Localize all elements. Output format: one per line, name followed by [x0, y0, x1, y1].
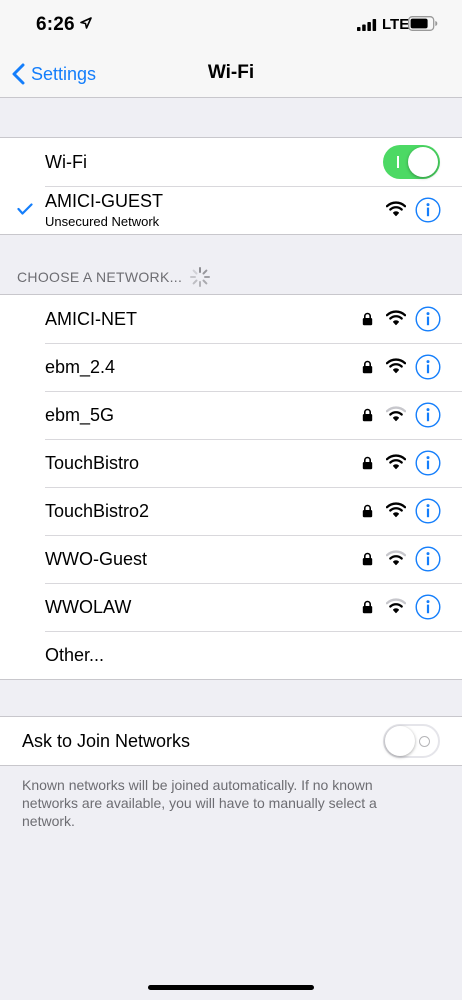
ask-to-join-group: Ask to Join Networks: [0, 716, 462, 766]
network-row[interactable]: ebm_2.4: [0, 343, 462, 391]
info-icon[interactable]: [415, 306, 441, 332]
wifi-icon: [386, 406, 406, 422]
wifi-icon: [386, 454, 406, 470]
network-name: ebm_2.4: [45, 356, 116, 377]
wifi-toggle-row: Wi-Fi: [0, 138, 462, 186]
lock-icon: [362, 360, 373, 374]
ask-to-join-toggle[interactable]: [383, 724, 440, 758]
wifi-icon: [386, 358, 406, 374]
lock-icon: [362, 504, 373, 518]
toggle-knob: [408, 147, 438, 177]
lock-icon: [362, 552, 373, 566]
lock-icon: [362, 312, 373, 326]
page-title: Wi-Fi: [207, 62, 255, 83]
other-network-label: Other...: [45, 644, 105, 665]
network-row[interactable]: WWO-Guest: [0, 535, 462, 583]
cellular-signal-icon: [357, 19, 377, 31]
section-header: CHOOSE A NETWORK...: [17, 269, 183, 285]
ask-to-join-label: Ask to Join Networks: [22, 730, 191, 751]
status-bar: 6:26 LTE: [0, 0, 462, 48]
info-icon[interactable]: [415, 450, 441, 476]
network-row[interactable]: AMICI-NET: [0, 295, 462, 343]
toggle-knob: [385, 726, 415, 756]
wifi-label: Wi-Fi: [45, 151, 87, 172]
wifi-group: Wi-Fi AMICI-GUEST Unsecured Network: [0, 137, 462, 235]
info-icon[interactable]: [415, 354, 441, 380]
other-network-row[interactable]: Other...: [0, 631, 462, 679]
info-icon[interactable]: [415, 197, 441, 223]
battery-icon: [408, 16, 438, 31]
network-name: TouchBistro2: [45, 500, 150, 521]
network-name: WWOLAW: [45, 596, 132, 617]
loading-spinner-icon: [190, 267, 210, 287]
connected-network-name: AMICI-GUEST: [45, 191, 164, 211]
network-name: WWO-Guest: [45, 548, 147, 569]
wifi-icon: [386, 502, 406, 518]
wifi-icon: [386, 201, 406, 217]
navigation-bar: Settings Wi-Fi: [0, 48, 462, 98]
footer-note: Known networks will be joined automatica…: [22, 777, 377, 829]
lock-icon: [362, 408, 373, 422]
wifi-toggle[interactable]: [383, 145, 440, 179]
location-arrow-icon: [80, 17, 92, 29]
info-icon[interactable]: [415, 402, 441, 428]
ask-to-join-row: Ask to Join Networks: [0, 717, 462, 765]
checkmark-icon: [17, 203, 33, 215]
connected-network-subtitle: Unsecured Network: [45, 214, 160, 229]
network-list: AMICI-NET ebm_2.4 ebm_5G TouchBistro TouchBi…: [0, 294, 462, 680]
network-row[interactable]: ebm_5G: [0, 391, 462, 439]
toggle-on-mark: [397, 156, 399, 168]
network-row[interactable]: WWOLAW: [0, 583, 462, 631]
lock-icon: [362, 600, 373, 614]
wifi-icon: [386, 598, 406, 614]
network-row[interactable]: TouchBistro: [0, 439, 462, 487]
wifi-icon: [386, 310, 406, 326]
connected-network-row[interactable]: AMICI-GUEST Unsecured Network: [0, 186, 462, 234]
network-name: ebm_5G: [45, 404, 115, 425]
network-name: AMICI-NET: [45, 308, 137, 329]
status-time: 6:26: [36, 14, 75, 35]
home-indicator[interactable]: [148, 985, 314, 990]
info-icon[interactable]: [415, 546, 441, 572]
lock-icon: [362, 456, 373, 470]
wifi-icon: [386, 550, 406, 566]
carrier-label: LTE: [382, 16, 410, 33]
info-icon[interactable]: [415, 594, 441, 620]
info-icon[interactable]: [415, 498, 441, 524]
network-row[interactable]: TouchBistro2: [0, 487, 462, 535]
network-name: TouchBistro: [45, 452, 140, 473]
toggle-off-mark: [419, 736, 430, 747]
